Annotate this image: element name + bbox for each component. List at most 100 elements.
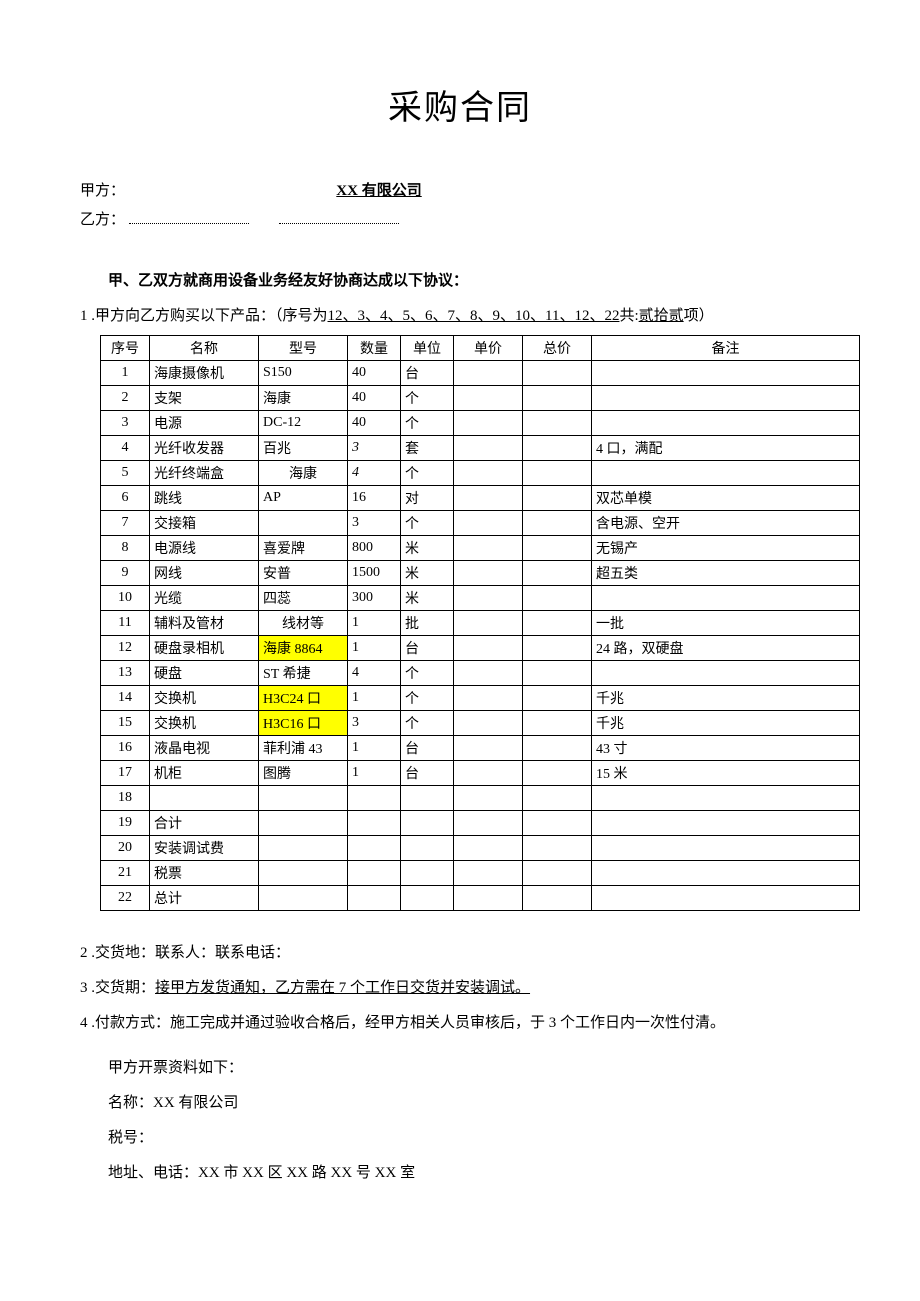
table-cell	[454, 386, 523, 411]
table-cell: 20	[101, 836, 150, 861]
table-cell	[523, 536, 592, 561]
clause-1-text-c: 项）	[684, 308, 714, 324]
table-cell: 光纤收发器	[150, 436, 259, 461]
table-cell	[454, 536, 523, 561]
table-cell: 个	[401, 461, 454, 486]
table-cell: H3C24 口	[259, 686, 348, 711]
table-cell: 交换机	[150, 686, 259, 711]
table-row: 3电源DC-1240个	[101, 411, 860, 436]
table-cell: 线材等	[259, 611, 348, 636]
party-b-blank-1	[129, 208, 249, 224]
table-cell: 辅料及管材	[150, 611, 259, 636]
table-cell: 网线	[150, 561, 259, 586]
table-cell: 总计	[150, 886, 259, 911]
table-row: 9网线安普1500米超五类	[101, 561, 860, 586]
table-cell	[348, 811, 401, 836]
invoice-name: 名称：XX 有限公司	[108, 1091, 840, 1112]
table-cell	[454, 736, 523, 761]
table-cell	[259, 861, 348, 886]
party-b-label: 乙方：	[80, 208, 125, 229]
table-cell	[454, 611, 523, 636]
clause-3-underline: 接甲方发货通知，乙方需在 7 个工作日交货并安装调试。	[155, 980, 530, 996]
table-cell	[523, 386, 592, 411]
table-header-cell: 数量	[348, 336, 401, 361]
table-cell	[454, 361, 523, 386]
clause-2-num: 2	[80, 945, 88, 961]
table-cell: 4 口，满配	[592, 436, 860, 461]
clause-4-text: .付款方式：施工完成并通过验收合格后，经甲方相关人员审核后，于 3 个工作日内一…	[88, 1015, 726, 1031]
table-cell	[592, 411, 860, 436]
table-cell: 14	[101, 686, 150, 711]
document-page: 采购合同 甲方： XX 有限公司 乙方： 甲、乙双方就商用设备业务经友好协商达成…	[0, 0, 920, 1301]
table-row: 21税票	[101, 861, 860, 886]
table-cell: 40	[348, 411, 401, 436]
table-cell	[454, 786, 523, 811]
table-cell: 菲利浦 43	[259, 736, 348, 761]
table-cell: 百兆	[259, 436, 348, 461]
invoice-block: 甲方开票资料如下： 名称：XX 有限公司 税号： 地址、电话：XX 市 XX 区…	[108, 1056, 840, 1182]
table-row: 14交换机H3C24 口1个千兆	[101, 686, 860, 711]
clause-1-count: 贰拾贰	[639, 308, 684, 324]
table-cell: 16	[348, 486, 401, 511]
table-cell	[523, 786, 592, 811]
items-table: 序号名称型号数量单位单价总价备注 1海康摄像机S15040台2支架海康40个3电…	[100, 335, 860, 911]
table-cell: 4	[348, 461, 401, 486]
clause-4: 4 .付款方式：施工完成并通过验收合格后，经甲方相关人员审核后，于 3 个工作日…	[80, 1011, 840, 1032]
table-cell	[454, 461, 523, 486]
table-cell	[454, 886, 523, 911]
table-cell: 支架	[150, 386, 259, 411]
invoice-tax: 税号：	[108, 1126, 840, 1147]
table-cell: 800	[348, 536, 401, 561]
table-cell: 对	[401, 486, 454, 511]
table-cell: 台	[401, 361, 454, 386]
table-cell	[454, 711, 523, 736]
table-cell	[454, 761, 523, 786]
table-cell: 7	[101, 511, 150, 536]
table-cell: 个	[401, 661, 454, 686]
table-row: 12硬盘录相机海康 88641台24 路，双硬盘	[101, 636, 860, 661]
clause-1-seq-list: 12、3、4、5、6、7、8、9、10、11、12、22	[328, 308, 620, 324]
table-cell	[259, 811, 348, 836]
table-cell	[523, 436, 592, 461]
table-row: 16液晶电视菲利浦 431台43 寸	[101, 736, 860, 761]
table-row: 1海康摄像机S15040台	[101, 361, 860, 386]
table-header-cell: 单价	[454, 336, 523, 361]
table-cell: 个	[401, 686, 454, 711]
table-cell	[592, 386, 860, 411]
table-cell	[523, 811, 592, 836]
table-cell	[454, 511, 523, 536]
table-row: 10光缆四蕊300米	[101, 586, 860, 611]
table-cell: 1	[348, 761, 401, 786]
table-row: 4光纤收发器百兆3套4 口，满配	[101, 436, 860, 461]
table-cell: 9	[101, 561, 150, 586]
table-cell: 安装调试费	[150, 836, 259, 861]
table-cell	[523, 611, 592, 636]
table-cell	[259, 886, 348, 911]
table-cell: 15	[101, 711, 150, 736]
table-cell: 300	[348, 586, 401, 611]
clause-4-num: 4	[80, 1015, 88, 1031]
table-cell: 1	[348, 611, 401, 636]
table-cell: 12	[101, 636, 150, 661]
table-cell	[523, 886, 592, 911]
table-cell	[454, 836, 523, 861]
agreement-intro: 甲、乙双方就商用设备业务经友好协商达成以下协议：	[108, 269, 840, 290]
table-header-cell: 单位	[401, 336, 454, 361]
table-cell	[401, 861, 454, 886]
table-cell: ST 希捷	[259, 661, 348, 686]
table-cell: 10	[101, 586, 150, 611]
table-cell: 22	[101, 886, 150, 911]
table-cell	[454, 661, 523, 686]
table-cell: 21	[101, 861, 150, 886]
table-cell	[454, 686, 523, 711]
table-row: 8电源线喜爱牌800米无锡产	[101, 536, 860, 561]
table-cell: 一批	[592, 611, 860, 636]
table-cell: 17	[101, 761, 150, 786]
table-cell: 4	[101, 436, 150, 461]
table-cell: 海康 8864	[259, 636, 348, 661]
table-cell: 交换机	[150, 711, 259, 736]
table-cell	[259, 511, 348, 536]
table-cell	[523, 686, 592, 711]
clause-1: 1 .甲方向乙方购买以下产品：（序号为12、3、4、5、6、7、8、9、10、1…	[80, 304, 840, 325]
table-cell: 海康	[259, 386, 348, 411]
